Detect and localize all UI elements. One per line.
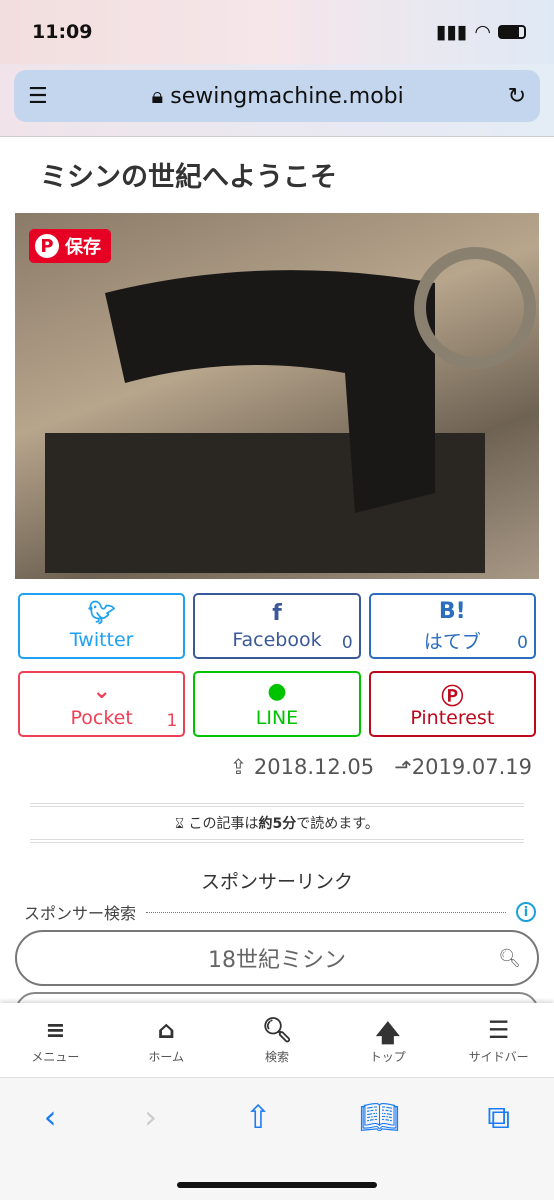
bottom-nav: ≡ メニュー ⌂ ホーム 🔍︎ 検索 🡅 トップ ☰ サイドバー	[0, 1003, 554, 1077]
share-count: 0	[341, 633, 353, 653]
sponsor-heading: スポンサーリンク	[200, 871, 353, 893]
sponsor-search-input[interactable]: 18世紀ミシン 🔍︎	[15, 930, 539, 986]
facebook-icon: f	[272, 601, 282, 626]
published-icon: ⇪	[229, 755, 248, 779]
hatena-icon: B!	[438, 598, 466, 624]
line-icon: ●	[267, 679, 287, 704]
reading-time: ⌛︎ この記事は約5分で読めます。	[30, 803, 524, 843]
updated-icon: ⬏	[394, 755, 412, 779]
share-twitter-button[interactable]: 🐦︎ Twitter	[18, 593, 186, 659]
share-はてブ-button[interactable]: B! はてブ 0	[368, 593, 536, 659]
sponsor-search-label: スポンサー検索	[24, 904, 137, 923]
sewing-machine-image: P 保存	[15, 213, 539, 579]
share-line-button[interactable]: ● LINE	[193, 671, 361, 737]
share-count: 1	[166, 711, 178, 731]
reload-icon[interactable]: ↻	[508, 84, 526, 109]
nav-search[interactable]: 🔍︎ 検索	[227, 1016, 327, 1065]
home-icon: ⌂	[157, 1015, 175, 1044]
nav-home[interactable]: ⌂ ホーム	[116, 1016, 216, 1065]
lock-icon: 🔒︎	[151, 83, 164, 109]
share-count: 0	[517, 633, 528, 653]
sidebar-icon: ☰	[487, 1015, 510, 1044]
forward-icon[interactable]: ›	[144, 1098, 157, 1200]
share-pocket-button[interactable]: ⌄ Pocket 1	[18, 671, 186, 737]
back-icon[interactable]: ‹	[44, 1098, 57, 1200]
signal-icon: ▮▮▮	[436, 21, 468, 43]
post-dates: ⇪ 2018.12.05 ⬏2019.07.19	[229, 755, 532, 779]
tabs-icon[interactable]: ⧉	[487, 1098, 510, 1200]
search-icon: 🔍︎	[261, 1015, 293, 1044]
share-pinterest-button[interactable]: Ⓟ Pinterest	[368, 671, 536, 737]
twitter-icon: 🐦︎	[87, 601, 116, 626]
clock: 11:09	[32, 21, 93, 43]
share-facebook-button[interactable]: f Facebook 0	[193, 593, 361, 659]
page-title: ミシンの世紀へようこそ	[40, 162, 337, 193]
pinterest-icon: Ⓟ	[441, 685, 464, 710]
pinterest-save-button[interactable]: P 保存	[29, 229, 111, 263]
home-indicator	[177, 1182, 377, 1188]
nav-menu[interactable]: ≡ メニュー	[5, 1016, 105, 1065]
hourglass-icon: ⌛︎	[175, 816, 185, 832]
status-bar: 11:09 ▮▮▮ ◠	[0, 0, 554, 64]
pinterest-icon: P	[35, 234, 59, 258]
nav-sidebar[interactable]: ☰ サイドバー	[449, 1016, 549, 1065]
url-text: sewingmachine.mobi	[170, 83, 404, 109]
top-icon: 🡅	[375, 1018, 401, 1047]
menu-icon: ≡	[45, 1015, 66, 1044]
nav-top[interactable]: 🡅 トップ	[338, 1016, 438, 1065]
address-bar[interactable]: ☰ 🔒︎ sewingmachine.mobi ↻	[14, 70, 540, 122]
wifi-icon: ◠	[475, 21, 490, 43]
battery-icon	[498, 25, 526, 39]
info-icon[interactable]: i	[516, 902, 536, 922]
search-icon[interactable]: 🔍︎	[498, 948, 521, 969]
reader-icon[interactable]: ☰	[28, 84, 48, 109]
pocket-icon: ⌄	[92, 679, 111, 704]
